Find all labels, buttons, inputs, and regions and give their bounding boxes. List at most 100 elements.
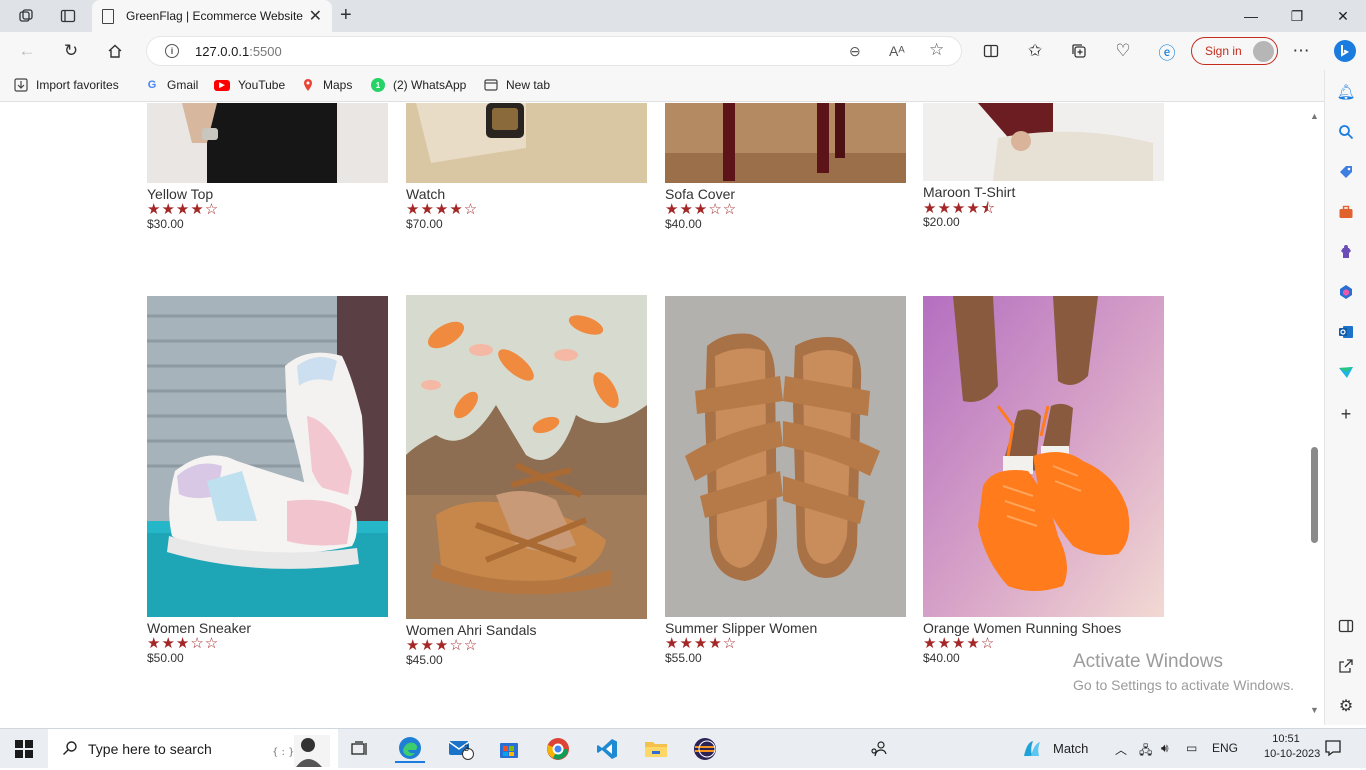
task-view-icon[interactable] [345,735,375,763]
chrome-icon[interactable] [543,735,573,763]
search-placeholder: Type here to search [88,741,212,757]
product-price: $50.00 [147,651,184,665]
microsoft-365-icon[interactable] [1336,282,1356,302]
product-price: $45.00 [406,653,443,667]
show-hidden-icons-chevron-icon[interactable]: ︿ [1115,741,1127,758]
language-indicator[interactable]: ENG [1212,741,1238,755]
zoom-icon[interactable]: ⊖ [849,43,861,60]
favorite-whatsapp[interactable]: 1 (2) WhatsApp [371,78,466,92]
drop-icon[interactable] [1336,362,1356,382]
workspaces-icon[interactable] [16,6,36,26]
scroll-down-arrow-icon[interactable]: ▼ [1310,705,1319,715]
favorites-icon[interactable]: ✩ [1024,40,1046,62]
eclipse-icon[interactable] [690,735,720,763]
add-sidebar-app-icon[interactable]: + [1336,404,1356,424]
shopping-tag-icon[interactable] [1336,162,1356,182]
outlook-icon[interactable] [1336,322,1356,342]
favorite-maps[interactable]: Maps [301,78,352,92]
home-icon[interactable] [104,40,126,62]
import-icon [14,78,28,92]
microsoft-store-icon[interactable] [494,735,524,763]
edge-extension-icon[interactable]: ⓔ [1156,40,1178,63]
browser-essentials-icon[interactable]: ♡ [1112,40,1134,62]
product-price: $40.00 [665,217,702,231]
favorite-label: Maps [323,78,353,92]
games-icon[interactable] [1336,242,1356,262]
product-rating: ★★★☆☆ [665,201,738,218]
site-info-icon[interactable]: i [165,44,179,58]
product-price: $55.00 [665,651,702,665]
favorite-import[interactable]: Import favorites [14,78,119,92]
mail-icon[interactable]: 3 [446,735,476,763]
weather-widget-icon[interactable] [1020,735,1046,763]
url-port: :5500 [249,43,282,59]
tab-title: GreenFlag | Ecommerce Website [126,9,303,23]
product-price: $20.00 [923,215,960,229]
browser-title-bar: GreenFlag | Ecommerce Website ✕ + — ❐ ✕ [0,0,1366,32]
favorite-new-tab[interactable]: New tab [484,78,550,92]
favorite-star-icon[interactable]: ☆ [929,40,944,60]
tools-briefcase-icon[interactable] [1336,202,1356,222]
product-image[interactable] [665,296,906,617]
product-image[interactable] [147,103,388,183]
favorite-label: (2) WhatsApp [393,78,467,92]
close-tab-icon[interactable]: ✕ [309,6,322,26]
favorite-gmail[interactable]: G Gmail [145,78,199,92]
new-tab-button[interactable]: + [340,4,352,27]
refresh-icon[interactable]: ↻ [60,40,82,62]
svg-text:{ : }: { : } [272,747,294,758]
address-bar[interactable]: i 127.0.0.1:5500 ⊖ Aᴬ ☆ [146,36,962,66]
open-external-icon[interactable] [1336,656,1356,676]
product-image[interactable] [147,296,388,617]
back-icon[interactable]: ← [16,40,38,62]
watermark-title: Activate Windows [1073,651,1223,672]
weather-label[interactable]: Match [1053,741,1088,756]
volume-icon[interactable]: 🔊︎ [1161,741,1169,756]
product-image[interactable] [406,103,647,183]
active-tab[interactable]: GreenFlag | Ecommerce Website ✕ [92,0,332,32]
split-screen-icon[interactable] [980,40,1002,62]
activate-windows-watermark: Activate Windows Go to Settings to activ… [1073,651,1294,693]
read-aloud-icon[interactable]: Aᴬ [889,43,905,59]
hide-sidebar-icon[interactable] [1336,616,1356,636]
product-rating: ★★★☆☆ [406,637,479,654]
clock-date: 10-10-2023 [1264,748,1321,760]
product-image[interactable] [665,103,906,183]
product-price: $40.00 [923,651,960,665]
people-icon[interactable] [864,735,894,763]
close-window-button[interactable]: ✕ [1320,4,1366,28]
windows-start-icon[interactable] [10,735,38,763]
favorite-youtube[interactable]: ▶ YouTube [214,78,285,92]
notification-center-icon[interactable] [1324,739,1342,760]
scrollbar-thumb[interactable] [1311,447,1318,543]
search-icon [62,740,78,759]
file-explorer-icon[interactable] [641,735,671,763]
mail-badge: 3 [464,743,470,753]
vertical-tabs-icon[interactable] [58,6,78,26]
bing-copilot-icon[interactable] [1332,38,1358,64]
battery-icon[interactable]: ▭ [1186,741,1197,755]
more-menu-icon[interactable]: ⋯ [1290,40,1312,62]
edge-taskbar-icon[interactable] [395,735,425,763]
navigation-bar: ← ↻ i 127.0.0.1:5500 ⊖ Aᴬ ☆ ✩ ♡ ⓔ Sign i… [0,32,1366,70]
page-scrollbar[interactable]: ▲ ▼ [1306,103,1324,725]
notification-bell-icon[interactable]: 🔔︎ [1336,82,1356,102]
scroll-up-arrow-icon[interactable]: ▲ [1310,111,1319,121]
product-image[interactable] [923,103,1164,181]
taskbar-search-box[interactable]: Type here to search { : } [48,729,338,769]
search-icon[interactable] [1336,122,1356,142]
favorites-bar: Import favorites G Gmail ▶ YouTube Maps … [0,70,1366,102]
minimize-button[interactable]: — [1228,4,1274,28]
product-image[interactable] [406,295,647,619]
vscode-icon[interactable] [592,735,622,763]
product-image[interactable] [923,296,1164,617]
restore-button[interactable]: ❐ [1274,4,1320,28]
youtube-icon: ▶ [214,79,230,91]
collections-icon[interactable] [1068,40,1090,62]
watermark-subtitle: Go to Settings to activate Windows. [1073,677,1294,693]
network-icon[interactable]: 🖧︎ [1139,741,1152,762]
maps-icon [301,78,315,92]
sign-in-button[interactable]: Sign in [1191,37,1278,65]
clock[interactable]: 10:51 10-10-2023 [1264,733,1321,760]
settings-gear-icon[interactable]: ⚙ [1336,696,1356,716]
